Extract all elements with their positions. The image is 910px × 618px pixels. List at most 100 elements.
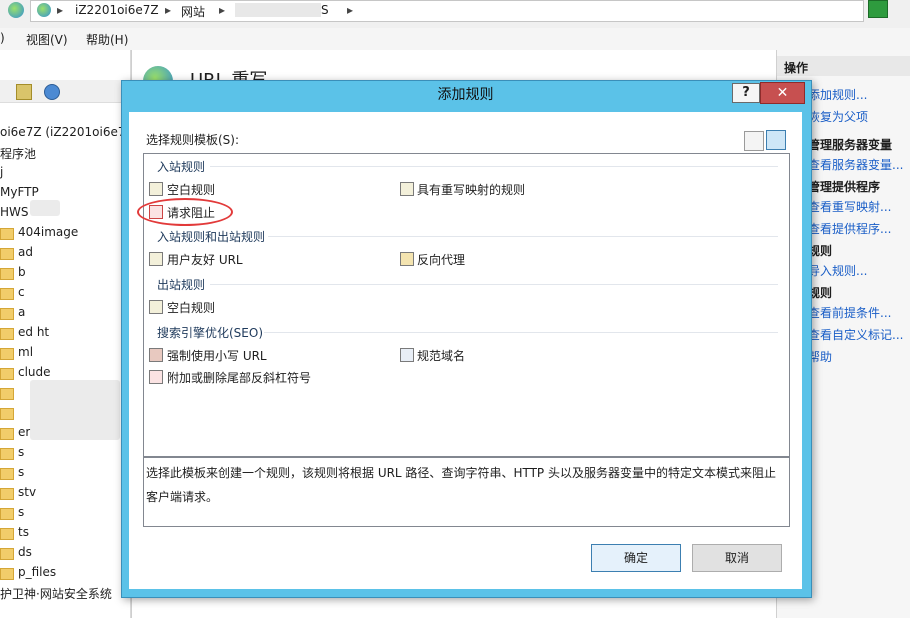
group-outbound: 出站规则 xyxy=(157,278,206,292)
back-globe-icon xyxy=(8,2,24,18)
template-friendly-url[interactable]: 用户友好 URL xyxy=(167,251,243,268)
folder-icon xyxy=(0,468,14,480)
actions-section-title: 管理提供程序 xyxy=(808,180,881,194)
globe-icon xyxy=(37,3,51,17)
group-divider xyxy=(210,284,778,285)
tree-item[interactable]: er xyxy=(18,425,30,439)
friendly-url-icon xyxy=(149,252,163,266)
action-link[interactable]: 查看服务器变量... xyxy=(808,156,903,173)
breadcrumb-sep: ▸ xyxy=(57,3,64,17)
group-inbound-outbound: 入站规则和出站规则 xyxy=(157,230,266,244)
tree-item[interactable]: 404image xyxy=(18,225,78,239)
tree-item[interactable]: ed ht xyxy=(18,325,49,339)
template-canonical-domain[interactable]: 规范域名 xyxy=(417,347,465,364)
template-lowercase-url[interactable]: 强制使用小写 URL xyxy=(167,347,267,364)
tree-item[interactable]: c xyxy=(18,285,25,299)
folder-icon xyxy=(0,288,14,300)
action-link[interactable]: 查看自定义标记... xyxy=(808,326,903,343)
address-field[interactable]: ▸ iZ2201oi6e7Z ▸ 网站 ▸ S ▸ xyxy=(30,0,864,22)
folder-icon xyxy=(0,328,14,340)
tree-item[interactable]: s xyxy=(18,465,24,479)
breadcrumb-site[interactable]: S xyxy=(321,3,329,17)
tree-item[interactable]: 程序池 xyxy=(0,145,36,162)
refresh-icon[interactable] xyxy=(868,0,888,18)
folder-icon xyxy=(0,488,14,500)
template-rewrite-map-rule[interactable]: 具有重写映射的规则 xyxy=(417,181,525,198)
breadcrumb-sites[interactable]: 网站 xyxy=(181,3,205,20)
action-link[interactable]: 恢复为父项 xyxy=(808,108,868,125)
trailing-slash-icon xyxy=(149,370,163,384)
breadcrumb-sep: ▸ xyxy=(165,3,172,17)
reverse-proxy-icon xyxy=(400,252,414,266)
group-divider xyxy=(264,332,778,333)
help-button[interactable]: ? xyxy=(732,83,760,103)
menu-help[interactable]: 帮助(H) xyxy=(86,31,128,48)
action-link[interactable]: 查看提供程序... xyxy=(808,220,891,237)
group-divider xyxy=(268,236,778,237)
tree-item[interactable]: ds xyxy=(18,545,32,559)
tree-item[interactable]: ts xyxy=(18,525,29,539)
ok-button[interactable]: 确定 xyxy=(591,544,681,572)
rewrite-map-rule-icon xyxy=(400,182,414,196)
folder-icon xyxy=(0,508,14,520)
redacted-area xyxy=(30,380,120,440)
group-divider xyxy=(210,166,778,167)
tree-item[interactable]: a xyxy=(18,305,25,319)
folder-icon xyxy=(0,368,14,380)
cancel-button[interactable]: 取消 xyxy=(692,544,782,572)
tree-item[interactable]: HWS xyxy=(0,205,29,219)
folder-icon xyxy=(0,428,14,440)
action-link[interactable]: 查看重写映射... xyxy=(808,198,891,215)
tree-item[interactable]: p_files xyxy=(18,565,56,579)
folder-icon xyxy=(0,388,14,400)
template-blank-rule[interactable]: 空白规则 xyxy=(167,181,215,198)
menu-bar: ) 视图(V) 帮助(H) xyxy=(0,28,910,50)
list-view-icon[interactable] xyxy=(744,131,764,151)
tree-item[interactable]: s xyxy=(18,445,24,459)
connect-icon[interactable] xyxy=(44,84,60,100)
actions-title: 操作 xyxy=(784,61,809,75)
template-reverse-proxy[interactable]: 反向代理 xyxy=(417,251,465,268)
close-button[interactable]: ✕ xyxy=(760,82,805,104)
action-link[interactable]: 导入规则... xyxy=(808,262,867,279)
breadcrumb-sep: ▸ xyxy=(219,3,226,17)
action-link[interactable]: 添加规则... xyxy=(808,86,867,103)
canonical-domain-icon xyxy=(400,348,414,362)
folder-icon xyxy=(0,308,14,320)
redacted-area xyxy=(30,200,60,216)
outbound-blank-rule-icon xyxy=(149,300,163,314)
folder-icon xyxy=(0,348,14,360)
tree-item[interactable]: s xyxy=(18,505,24,519)
folder-icon xyxy=(0,568,14,580)
breadcrumb-host[interactable]: iZ2201oi6e7Z xyxy=(75,3,159,17)
template-label: 选择规则模板(S): xyxy=(146,133,240,147)
description-text: 选择此模板来创建一个规则，该规则将根据 URL 路径、查询字符串、HTTP 头以… xyxy=(146,466,776,504)
folder-icon xyxy=(0,448,14,460)
folder-icon xyxy=(0,528,14,540)
tree-item[interactable]: ad xyxy=(18,245,33,259)
blank-rule-icon xyxy=(149,182,163,196)
group-seo: 搜索引擎优化(SEO) xyxy=(157,326,264,340)
tree-item[interactable]: b xyxy=(18,265,26,279)
menu-view[interactable]: 视图(V) xyxy=(26,31,68,48)
tile-view-icon[interactable] xyxy=(766,130,786,150)
template-trailing-slash[interactable]: 附加或删除尾部反斜杠符号 xyxy=(167,369,311,386)
tree-item[interactable]: stv xyxy=(18,485,36,499)
actions-section-title: 管理服务器变量 xyxy=(808,138,893,152)
template-list xyxy=(143,153,790,457)
menu-partial[interactable]: ) xyxy=(0,31,5,45)
tree-item[interactable]: ml xyxy=(18,345,33,359)
folder-icon xyxy=(0,548,14,560)
tree-item[interactable]: MyFTP xyxy=(0,185,39,199)
template-outbound-blank-rule[interactable]: 空白规则 xyxy=(167,299,215,316)
up-icon[interactable] xyxy=(16,84,32,100)
tree-item[interactable]: 护卫神·网站安全系统 xyxy=(0,585,112,602)
tree-item[interactable]: clude xyxy=(18,365,51,379)
action-link[interactable]: 查看前提条件... xyxy=(808,304,891,321)
tree-item[interactable]: oi6e7Z (iZ2201oi6e7Z xyxy=(0,125,134,139)
breadcrumb-sep: ▸ xyxy=(347,3,354,17)
folder-icon xyxy=(0,228,14,240)
tree-item[interactable]: j xyxy=(0,165,3,179)
connections-toolbar xyxy=(0,80,130,103)
breadcrumb-blurred xyxy=(235,3,321,17)
